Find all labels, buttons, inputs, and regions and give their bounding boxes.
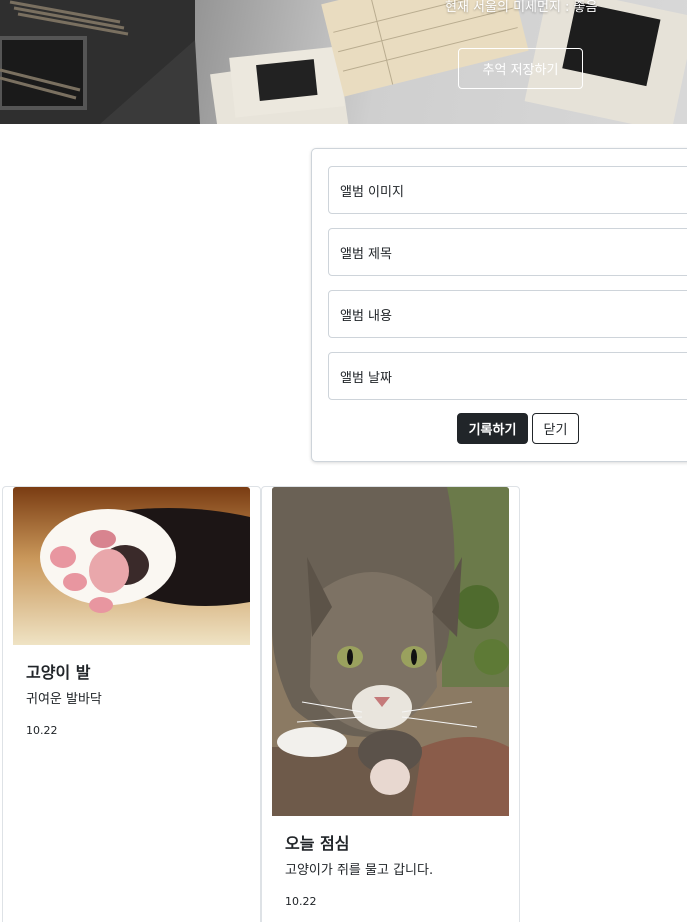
hero-banner: 현재 서울의 미세먼지 : 좋음 추억 저장하기 <box>0 0 687 124</box>
card-date: 10.22 <box>285 895 317 908</box>
card-date: 10.22 <box>26 724 58 737</box>
album-image-field[interactable]: 앨범 이미지 <box>328 166 687 214</box>
album-content-field[interactable]: 앨범 내용 <box>328 290 687 338</box>
cat-with-mouse-image <box>272 487 509 816</box>
album-card[interactable]: 오늘 점심 고양이가 쥐를 물고 갑니다. 10.22 <box>261 486 520 922</box>
air-quality-status: 현재 서울의 미세먼지 : 좋음 <box>445 0 598 15</box>
card-title: 고양이 발 <box>26 663 91 682</box>
album-title-field[interactable]: 앨범 제목 <box>328 228 687 276</box>
cat-paw-image <box>13 487 250 645</box>
album-form: 앨범 이미지 앨범 제목 앨범 내용 앨범 날짜 기록하기 닫기 <box>311 148 687 462</box>
card-text: 고양이가 쥐를 물고 갑니다. <box>285 863 434 878</box>
save-memory-button[interactable]: 추억 저장하기 <box>458 48 583 89</box>
submit-record-button[interactable]: 기록하기 <box>457 413 528 444</box>
hero-background-photo <box>0 0 687 124</box>
album-date-field[interactable]: 앨범 날짜 <box>328 352 687 400</box>
card-text: 귀여운 발바닥 <box>26 692 102 707</box>
album-card[interactable]: 고양이 발 귀여운 발바닥 10.22 <box>2 486 261 922</box>
close-button[interactable]: 닫기 <box>532 413 579 444</box>
form-actions: 기록하기 닫기 <box>457 413 579 444</box>
card-title: 오늘 점심 <box>285 834 350 853</box>
